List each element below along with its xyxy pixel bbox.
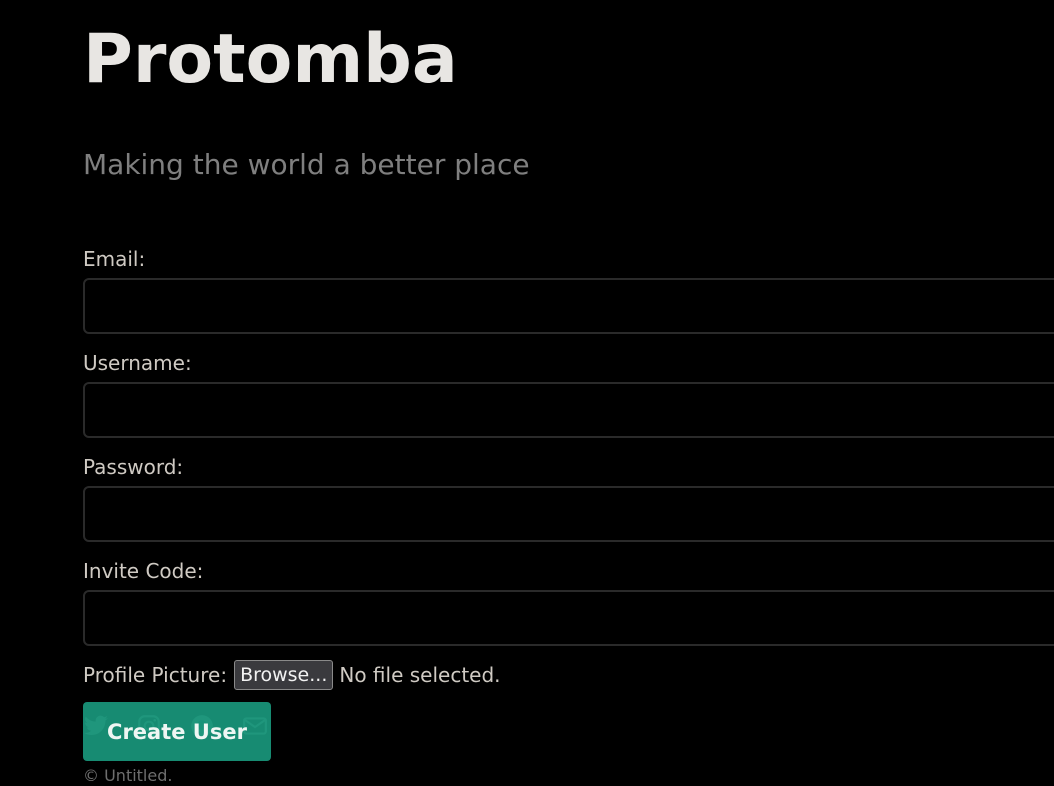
signup-page: Protomba Making the world a better place… <box>0 0 1054 786</box>
invite-code-field[interactable] <box>83 590 1054 646</box>
password-label: Password: <box>83 455 184 479</box>
email-label: Email: <box>83 247 146 271</box>
profile-picture-row: Profile Picture: Browse... No file selec… <box>83 660 501 690</box>
password-field[interactable] <box>83 486 1054 542</box>
copyright-text: © Untitled. <box>83 766 173 785</box>
username-label: Username: <box>83 351 192 375</box>
create-user-button[interactable]: Create User <box>83 702 271 761</box>
site-tagline: Making the world a better place <box>83 148 530 181</box>
browse-button[interactable]: Browse... <box>234 660 334 690</box>
site-title[interactable]: Protomba <box>83 18 458 102</box>
username-field[interactable] <box>83 382 1054 438</box>
invite-code-label: Invite Code: <box>83 559 204 583</box>
email-field[interactable] <box>83 278 1054 334</box>
file-status-text: No file selected. <box>339 663 501 687</box>
profile-picture-label: Profile Picture: <box>83 663 228 687</box>
